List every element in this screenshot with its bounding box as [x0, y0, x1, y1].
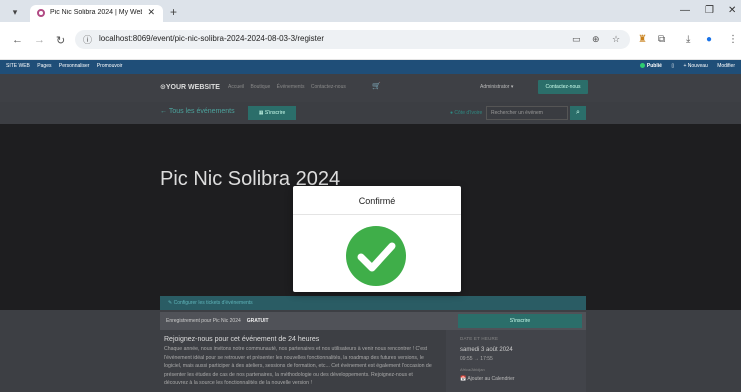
cast-icon[interactable]: ▭ [572, 34, 581, 45]
odoo-website-bar: SITE WEB Pages Personnaliser Promouvoir … [0, 60, 741, 74]
browser-tabstrip: ▾ Pic Nic Solibra 2024 | My Webs ✕ + — ❐… [0, 0, 741, 22]
modal-divider [293, 214, 461, 215]
site-header: ⊙YOUR WEBSITE Accueil Boutique Événement… [0, 74, 741, 102]
back-icon[interactable]: ← [12, 34, 23, 46]
publish-toggle[interactable]: Publié [639, 63, 662, 69]
nav-evenements[interactable]: Événements [277, 84, 305, 90]
event-timezone: Africa/Abidjan [460, 367, 485, 372]
modal-title: Confirmé [358, 196, 396, 206]
close-window-icon[interactable]: ✕ [728, 5, 736, 16]
edit-button[interactable]: Modifier [717, 63, 735, 69]
download-icon[interactable]: ⤓ [686, 34, 690, 45]
nav-contact[interactable]: Contactez-nous [311, 84, 346, 90]
new-button[interactable]: + Nouveau [683, 63, 707, 69]
event-content: Enregistrement pour Pic Nic 2024 GRATUIT … [0, 310, 741, 392]
menu-icon[interactable]: ⋮ [728, 34, 738, 45]
price-label: GRATUIT [246, 318, 269, 324]
event-time: 09:55 → 17:55 [460, 356, 493, 362]
menu-personnaliser[interactable]: Personnaliser [59, 63, 90, 69]
description-text: Chaque année, nous invitons notre commun… [164, 346, 432, 386]
odoo-favicon-icon [37, 9, 45, 17]
site-nav: Accueil Boutique Événements Contactez-no… [228, 84, 351, 90]
tab-search-icon[interactable]: ▾ [8, 5, 22, 19]
cart-icon[interactable]: 🛒 [372, 82, 381, 90]
bookmark-star-icon[interactable]: ☆ [612, 34, 620, 45]
menu-pages[interactable]: Pages [37, 63, 51, 69]
tab-title: Pic Nic Solibra 2024 | My Webs [50, 9, 142, 16]
confirmation-modal: Confirmé [293, 186, 461, 292]
site-logo[interactable]: ⊙YOUR WEBSITE [160, 83, 220, 91]
register-button[interactable]: S'inscrire [458, 314, 582, 328]
events-subbar: ← Tous les événements ▦ S'inscrire ● Côt… [0, 102, 741, 124]
contact-button[interactable]: Contactez-nous [538, 80, 588, 94]
all-events-link[interactable]: ← Tous les événements [160, 108, 235, 115]
puzzle-icon[interactable]: ⧉ [658, 34, 665, 45]
event-search-input[interactable]: Rechercher un événem [486, 106, 568, 120]
minimize-icon[interactable]: — [680, 5, 690, 16]
registration-row: Enregistrement pour Pic Nic 2024 GRATUIT … [160, 312, 586, 330]
published-dot-icon [639, 63, 645, 69]
location-filter[interactable]: ● Côte d'Ivoire [450, 110, 482, 116]
browser-tab[interactable]: Pic Nic Solibra 2024 | My Webs ✕ [30, 5, 163, 22]
apps-menu[interactable]: SITE WEB [6, 63, 30, 69]
reload-icon[interactable]: ↻ [56, 34, 65, 47]
forward-icon[interactable]: → [34, 34, 45, 46]
mobile-preview-icon[interactable]: ▯ [671, 63, 674, 69]
nav-boutique[interactable]: Boutique [251, 84, 271, 90]
url-text[interactable]: localhost:8069/event/pic-nic-solibra-202… [99, 34, 324, 43]
address-bar[interactable]: ⓘ localhost:8069/event/pic-nic-solibra-2… [75, 30, 630, 49]
configure-tickets-bar[interactable]: ✎ Configurer les tickets d'événements [160, 296, 586, 310]
event-description: Rejoignez-nous pour cet événement de 24 … [164, 336, 436, 388]
register-top-button[interactable]: ▦ S'inscrire [248, 106, 296, 120]
site-info-icon[interactable]: ⓘ [83, 33, 92, 46]
profile-icon[interactable]: ● [706, 34, 712, 45]
search-icon[interactable]: ⌕ [570, 106, 586, 120]
success-check-icon [346, 226, 406, 286]
browser-toolbar: ← → ↻ ⓘ localhost:8069/event/pic-nic-sol… [0, 22, 741, 60]
zoom-icon[interactable]: ⊕ [592, 34, 600, 45]
extension-icon[interactable]: ♜ [638, 34, 647, 45]
menu-promouvoir[interactable]: Promouvoir [97, 63, 123, 69]
description-title: Rejoignez-nous pour cet événement de 24 … [164, 336, 320, 343]
event-date: samedi 3 août 2024 [460, 347, 513, 353]
date-section-label: DATE ET HEURE [460, 336, 499, 341]
event-date-panel: DATE ET HEURE samedi 3 août 2024 09:55 →… [446, 330, 586, 392]
add-to-calendar-link[interactable]: 📅 Ajouter au Calendrier [460, 376, 515, 382]
restore-icon[interactable]: ❐ [705, 5, 714, 16]
new-tab-icon[interactable]: + [170, 5, 177, 19]
user-menu[interactable]: Administrator ▾ [480, 84, 513, 90]
nav-accueil[interactable]: Accueil [228, 84, 244, 90]
close-tab-icon[interactable]: ✕ [147, 7, 155, 18]
registration-label: Enregistrement pour Pic Nic 2024 GRATUIT [166, 318, 269, 324]
